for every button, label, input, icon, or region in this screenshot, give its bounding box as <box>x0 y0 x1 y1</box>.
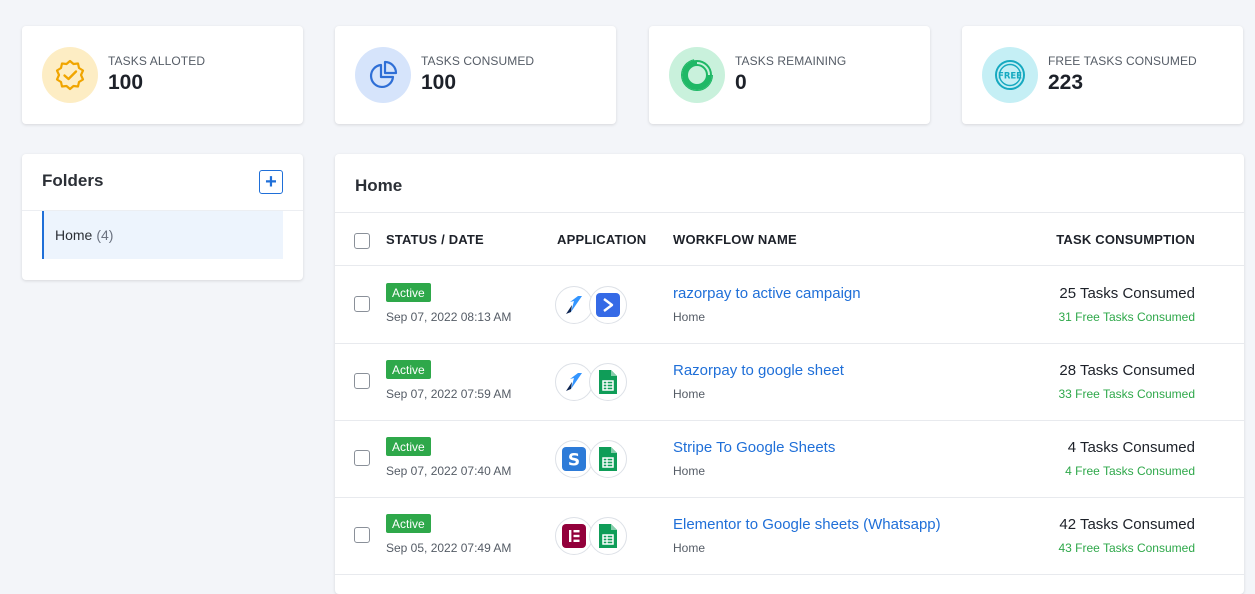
column-header-task-consumption[interactable]: TASK CONSUMPTION <box>1056 232 1195 247</box>
divider <box>335 212 1244 213</box>
tasks-consumed: 42 Tasks Consumed <box>1059 516 1195 533</box>
status-badge: Active <box>386 283 431 302</box>
row-checkbox[interactable] <box>354 373 370 389</box>
razorpay-icon <box>555 286 593 324</box>
row-date: Sep 07, 2022 08:13 AM <box>386 310 512 324</box>
google-sheets-icon <box>589 517 627 555</box>
svg-text:FREE: FREE <box>998 72 1022 82</box>
workflow-name-link[interactable]: Razorpay to google sheet <box>673 362 844 379</box>
column-header-application[interactable]: APPLICATION <box>557 232 646 247</box>
tasks-consumed: 25 Tasks Consumed <box>1059 285 1195 302</box>
stat-label: TASKS REMAINING <box>735 54 847 68</box>
status-badge: Active <box>386 360 431 379</box>
row-checkbox[interactable] <box>354 527 370 543</box>
free-tasks-consumed: 31 Free Tasks Consumed <box>1058 310 1195 324</box>
add-folder-button[interactable]: + <box>259 170 283 194</box>
tasks-consumed: 28 Tasks Consumed <box>1059 362 1195 379</box>
table-row[interactable]: Active Sep 07, 2022 07:40 AM S Stripe To… <box>335 420 1244 497</box>
row-checkbox[interactable] <box>354 296 370 312</box>
free-badge-icon: FREE <box>982 47 1038 103</box>
stat-card-tasks-consumed: TASKS CONSUMED 100 <box>335 26 616 124</box>
google-sheets-icon <box>589 363 627 401</box>
stat-value: 0 <box>735 71 747 94</box>
google-sheets-icon <box>589 440 627 478</box>
workflow-name-link[interactable]: Stripe To Google Sheets <box>673 439 835 456</box>
row-date: Sep 07, 2022 07:40 AM <box>386 464 512 478</box>
column-header-status[interactable]: STATUS / DATE <box>386 232 484 247</box>
folder-name: Home <box>55 227 93 243</box>
stat-value: 223 <box>1048 71 1084 94</box>
pie-chart-icon <box>355 47 411 103</box>
stat-label: TASKS CONSUMED <box>421 54 535 68</box>
row-checkbox[interactable] <box>354 450 370 466</box>
workflow-panel: Home STATUS / DATE APPLICATION WORKFLOW … <box>335 154 1244 594</box>
workflow-name-link[interactable]: Elementor to Google sheets (Whatsapp) <box>673 516 941 533</box>
svg-text:S: S <box>568 451 580 471</box>
activecampaign-icon <box>589 286 627 324</box>
folder-item-home[interactable]: Home (4) <box>42 211 283 259</box>
free-tasks-consumed: 4 Free Tasks Consumed <box>1065 464 1195 478</box>
column-header-workflow-name[interactable]: WORKFLOW NAME <box>673 232 797 247</box>
status-badge: Active <box>386 514 431 533</box>
free-tasks-consumed: 43 Free Tasks Consumed <box>1058 541 1195 555</box>
table-row[interactable]: Active Sep 07, 2022 08:13 AM razorpay to… <box>335 266 1244 343</box>
stat-label: TASKS ALLOTED <box>108 54 206 68</box>
stat-value: 100 <box>108 71 144 94</box>
stripe-icon: S <box>555 440 593 478</box>
folder-count: (4) <box>96 227 114 243</box>
workflow-folder: Home <box>673 310 706 324</box>
razorpay-icon <box>555 363 593 401</box>
folders-title: Folders <box>42 171 104 190</box>
status-badge: Active <box>386 437 431 456</box>
divider <box>335 574 1244 575</box>
select-all-checkbox[interactable] <box>354 233 370 249</box>
stat-card-tasks-remaining: TASKS REMAINING 0 <box>649 26 930 124</box>
stat-value: 100 <box>421 71 457 94</box>
row-date: Sep 07, 2022 07:59 AM <box>386 387 512 401</box>
tasks-consumed: 4 Tasks Consumed <box>1067 439 1195 456</box>
donut-chart-icon <box>669 47 725 103</box>
page-title: Home <box>355 176 403 195</box>
stat-label: FREE TASKS CONSUMED <box>1048 54 1197 68</box>
workflow-folder: Home <box>673 541 706 555</box>
stat-card-tasks-alloted: TASKS ALLOTED 100 <box>22 26 303 124</box>
workflow-folder: Home <box>673 464 706 478</box>
elementor-icon <box>555 517 593 555</box>
workflow-folder: Home <box>673 387 706 401</box>
stat-card-free-tasks-consumed: FREE FREE TASKS CONSUMED 223 <box>962 26 1243 124</box>
folders-panel: Folders + Home (4) <box>22 154 303 280</box>
free-tasks-consumed: 33 Free Tasks Consumed <box>1058 387 1195 401</box>
table-row[interactable]: Active Sep 07, 2022 07:59 AM Razorpay to… <box>335 343 1244 420</box>
verified-badge-icon <box>42 47 98 103</box>
table-row[interactable]: Active Sep 05, 2022 07:49 AM Elementor t… <box>335 497 1244 574</box>
workflow-name-link[interactable]: razorpay to active campaign <box>673 285 861 302</box>
row-date: Sep 05, 2022 07:49 AM <box>386 541 512 555</box>
